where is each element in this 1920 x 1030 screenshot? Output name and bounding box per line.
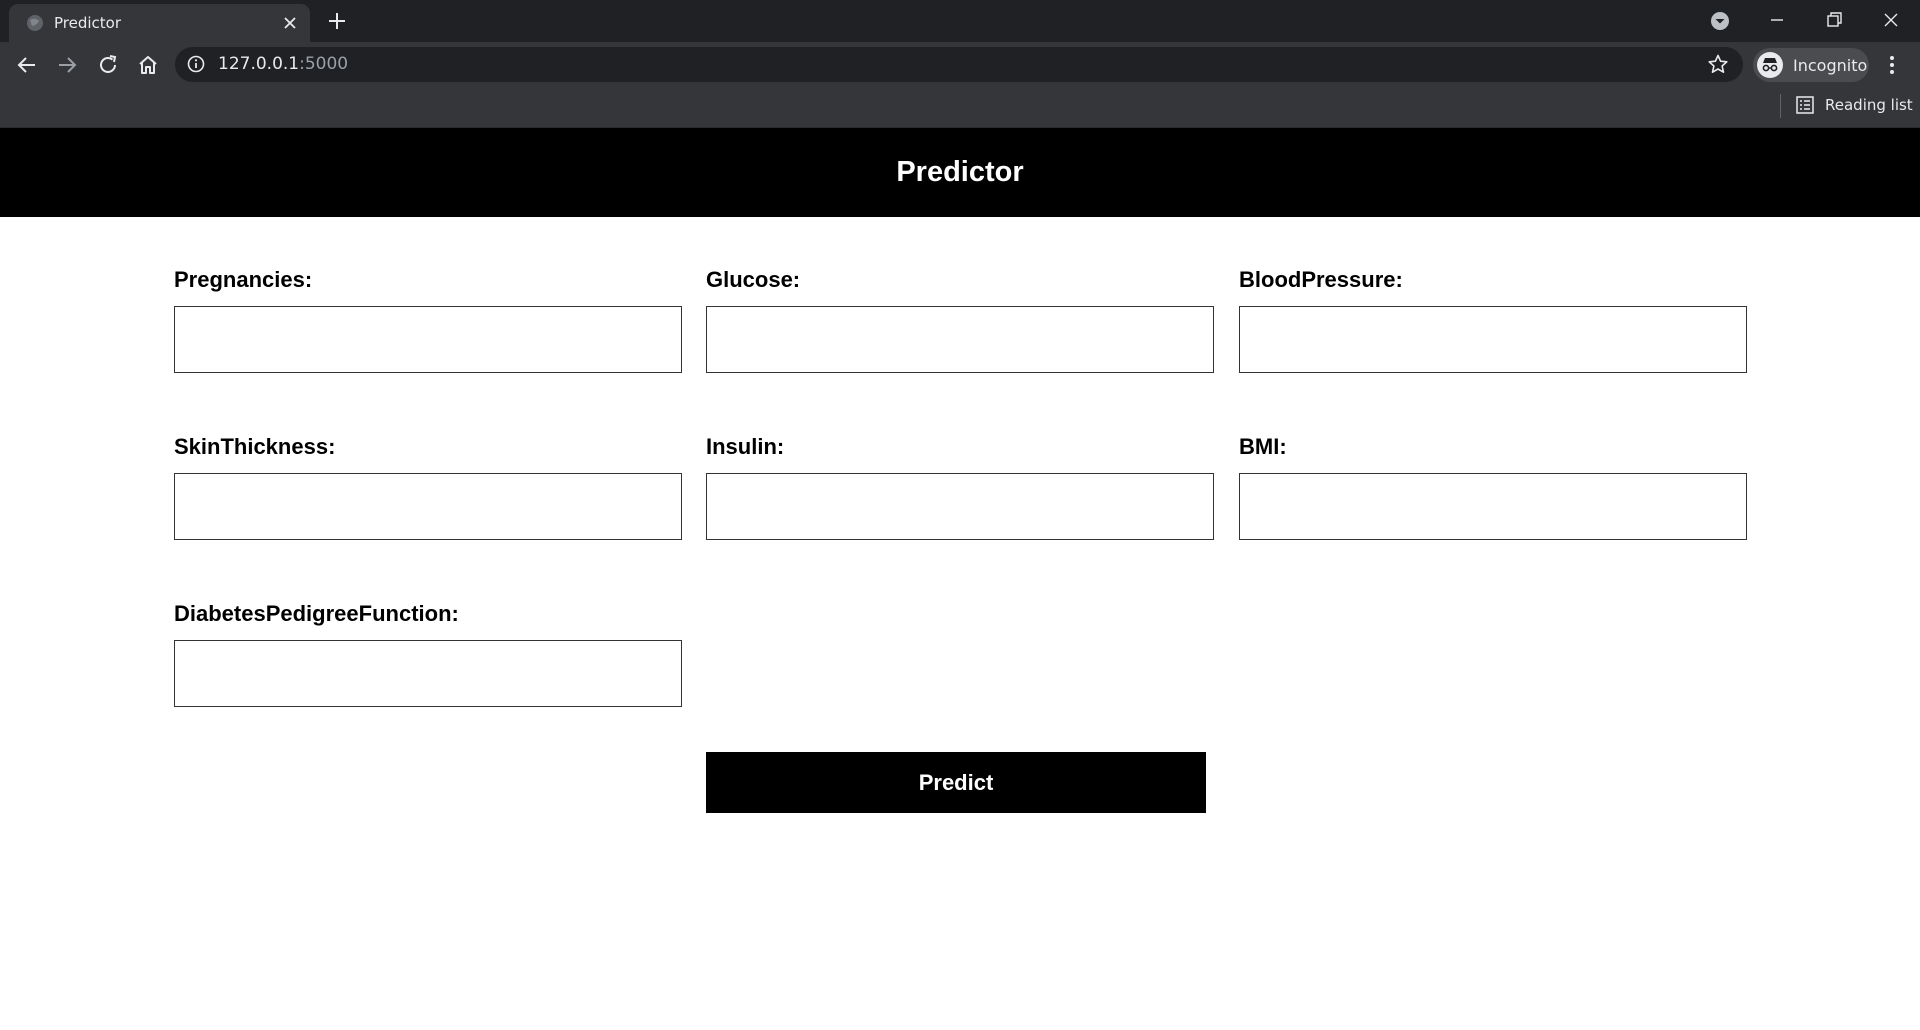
- incognito-label: Incognito: [1793, 56, 1868, 75]
- kebab-menu-icon[interactable]: [1880, 53, 1904, 77]
- glucose-label: Glucose:: [706, 267, 801, 292]
- field-bmi: BMI:: [1239, 433, 1747, 540]
- blood-pressure-input[interactable]: [1239, 306, 1747, 373]
- field-blood-pressure: BloodPressure:: [1239, 266, 1747, 373]
- page-title: Predictor: [896, 156, 1024, 188]
- incognito-icon: [1757, 52, 1783, 78]
- field-pregnancies: Pregnancies:: [174, 266, 682, 373]
- field-skin-thickness: SkinThickness:: [174, 433, 682, 540]
- info-icon[interactable]: [187, 55, 205, 73]
- forward-arrow-icon[interactable]: [55, 53, 79, 77]
- bookmarks-divider: [1780, 94, 1781, 118]
- browser-tabstrip: Predictor: [0, 0, 1920, 42]
- reload-icon[interactable]: [96, 53, 120, 77]
- bookmarks-bar: Reading list: [0, 88, 1920, 128]
- page-header: Predictor: [0, 128, 1920, 217]
- insulin-input[interactable]: [706, 473, 1214, 540]
- close-icon[interactable]: [282, 15, 298, 31]
- url-text: 127.0.0.1:5000: [218, 54, 349, 74]
- restore-icon[interactable]: [1822, 8, 1846, 32]
- browser-tab[interactable]: Predictor: [9, 4, 310, 42]
- skin-thickness-input[interactable]: [174, 473, 682, 540]
- bmi-input[interactable]: [1239, 473, 1747, 540]
- tab-search-icon[interactable]: [1709, 10, 1731, 32]
- new-tab-icon[interactable]: [326, 10, 348, 32]
- home-icon[interactable]: [136, 53, 160, 77]
- blood-pressure-label: BloodPressure:: [1239, 267, 1403, 292]
- minimize-icon[interactable]: [1765, 8, 1789, 32]
- browser-toolbar: 127.0.0.1:5000 Incognito: [0, 42, 1920, 88]
- predict-button[interactable]: Predict: [706, 752, 1206, 813]
- bookmark-star-icon[interactable]: [1707, 53, 1729, 75]
- diabetes-pedigree-function-input[interactable]: [174, 640, 682, 707]
- pregnancies-label: Pregnancies:: [174, 267, 313, 292]
- field-insulin: Insulin:: [706, 433, 1214, 540]
- back-arrow-icon[interactable]: [15, 53, 39, 77]
- field-diabetes-pedigree-function: DiabetesPedigreeFunction:: [174, 600, 682, 707]
- pregnancies-input[interactable]: [174, 306, 682, 373]
- reading-list-icon[interactable]: [1795, 95, 1815, 115]
- insulin-label: Insulin:: [706, 434, 785, 459]
- skin-thickness-label: SkinThickness:: [174, 434, 336, 459]
- incognito-profile-button[interactable]: Incognito: [1753, 48, 1869, 82]
- address-bar[interactable]: 127.0.0.1:5000: [175, 47, 1743, 82]
- reading-list-label[interactable]: Reading list: [1825, 96, 1913, 114]
- diabetes-pedigree-function-label: DiabetesPedigreeFunction:: [174, 601, 459, 626]
- globe-icon: [27, 15, 43, 31]
- field-glucose: Glucose:: [706, 266, 1214, 373]
- tab-title: Predictor: [54, 14, 122, 32]
- glucose-input[interactable]: [706, 306, 1214, 373]
- bmi-label: BMI:: [1239, 434, 1287, 459]
- window-close-icon[interactable]: [1879, 8, 1903, 32]
